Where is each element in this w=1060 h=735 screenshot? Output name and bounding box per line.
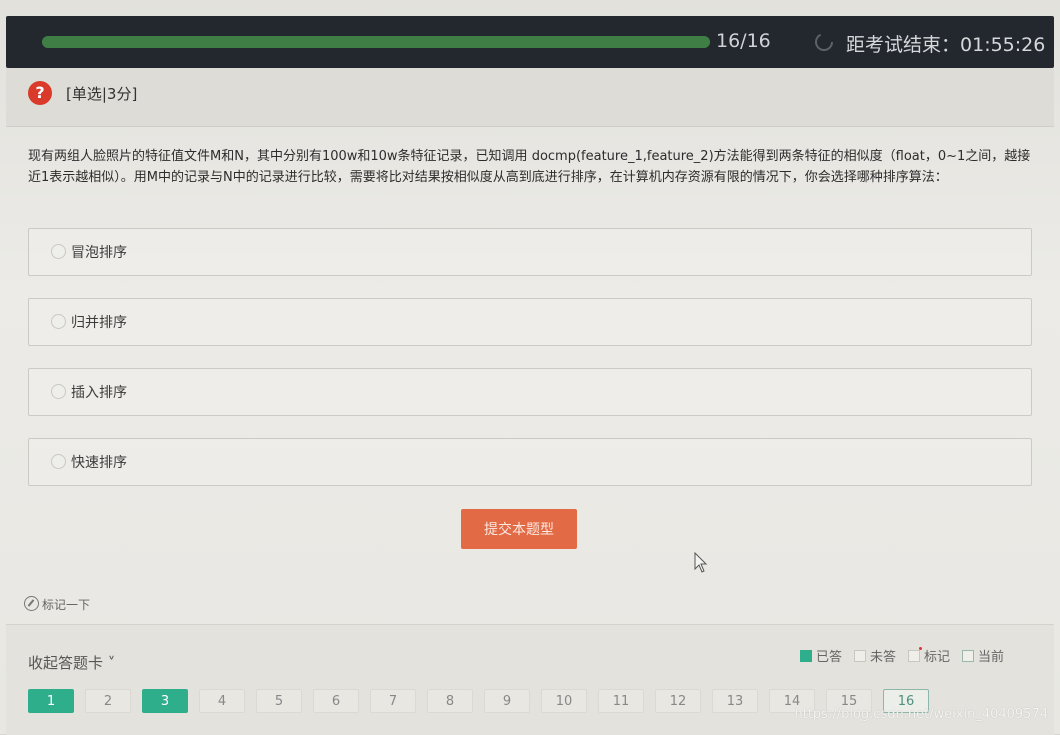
mark-label: 标记一下 — [42, 598, 91, 612]
option-label: 快速排序 — [71, 455, 127, 471]
question-number-1[interactable]: 1 — [28, 689, 74, 713]
legend-unanswered-label: 未答 — [870, 650, 897, 665]
question-number-7[interactable]: 7 — [370, 689, 416, 713]
question-circle-icon: ? — [28, 81, 52, 105]
answered-swatch — [800, 649, 812, 662]
timer-value: 01:55:26 — [960, 34, 1046, 56]
mark-question-link[interactable]: 标记一下 — [24, 596, 90, 613]
legend-current: 当前 — [962, 646, 1004, 665]
answer-card-legend: 已答 未答 标记 当前 — [800, 646, 1004, 665]
question-number-8[interactable]: 8 — [427, 689, 473, 713]
question-number-13[interactable]: 13 — [712, 689, 758, 713]
question-number-5[interactable]: 5 — [256, 689, 302, 713]
option-d[interactable]: 快速排序 — [28, 438, 1032, 486]
timer-label: 距考试结束： — [846, 34, 961, 56]
question-number-11[interactable]: 11 — [598, 689, 644, 713]
question-type: [单选|3分] — [66, 85, 138, 103]
collapse-answer-card-button[interactable]: 收起答题卡 ˅ — [28, 652, 115, 673]
question-number-6[interactable]: 6 — [313, 689, 359, 713]
progress-bar — [42, 36, 710, 48]
pen-icon — [24, 596, 39, 611]
radio-button[interactable] — [51, 454, 66, 469]
question-number-10[interactable]: 10 — [541, 689, 587, 713]
radio-button[interactable] — [51, 244, 66, 259]
exam-timer: 距考试结束：01:55:26 — [846, 30, 1045, 57]
legend-unanswered: 未答 — [854, 646, 896, 665]
question-number-4[interactable]: 4 — [199, 689, 245, 713]
radio-button[interactable] — [51, 384, 66, 399]
legend-answered-label: 已答 — [816, 650, 843, 665]
marked-swatch — [908, 646, 923, 662]
question-number-2[interactable]: 2 — [85, 689, 131, 713]
exam-screen: 16/16 距考试结束：01:55:26 ? [单选|3分] 现有两组人脸照片的… — [0, 0, 1060, 735]
watermark: https://blog.csdn.net/weixin_40409574 — [794, 707, 1048, 722]
question-number-3[interactable]: 3 — [142, 689, 188, 713]
option-a[interactable]: 冒泡排序 — [28, 228, 1032, 276]
legend-current-label: 当前 — [978, 650, 1005, 665]
option-label: 插入排序 — [71, 385, 127, 401]
option-label: 冒泡排序 — [71, 245, 127, 261]
clock-icon — [815, 33, 833, 51]
legend-marked: 标记 — [908, 646, 950, 665]
question-text: 现有两组人脸照片的特征值文件M和N，其中分别有100w和10w条特征记录，已知调… — [28, 149, 1031, 185]
legend-answered: 已答 — [800, 646, 842, 665]
option-b[interactable]: 归并排序 — [28, 298, 1032, 346]
current-swatch — [962, 649, 975, 662]
progress-count: 16/16 — [716, 30, 771, 52]
progress-bar-fill — [42, 36, 710, 48]
option-c[interactable]: 插入排序 — [28, 368, 1032, 416]
question-number-9[interactable]: 9 — [484, 689, 530, 713]
question-header: ? [单选|3分] — [6, 68, 1054, 127]
radio-button[interactable] — [51, 314, 66, 329]
question-number-12[interactable]: 12 — [655, 689, 701, 713]
exam-topbar: 16/16 距考试结束：01:55:26 — [6, 16, 1054, 68]
option-label: 归并排序 — [71, 315, 127, 331]
mouse-pointer-icon — [694, 552, 708, 573]
submit-button[interactable]: 提交本题型 — [461, 509, 577, 549]
legend-marked-label: 标记 — [924, 650, 951, 665]
unanswered-swatch — [854, 649, 867, 662]
